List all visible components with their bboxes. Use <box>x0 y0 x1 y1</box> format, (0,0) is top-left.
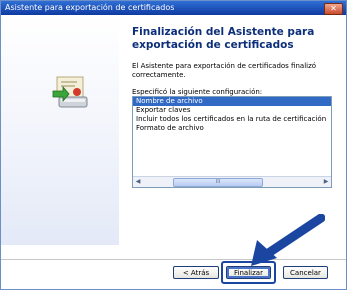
wizard-heading: Finalización del Asistente para exportac… <box>132 26 315 51</box>
close-icon: ✕ <box>330 4 337 13</box>
horizontal-scrollbar[interactable]: ◀ III ▶ <box>133 176 331 187</box>
list-item[interactable]: Nombre de archivo <box>133 97 331 106</box>
arrow-pointer-icon <box>251 214 325 266</box>
close-button[interactable]: ✕ <box>324 3 343 15</box>
scroll-left-icon[interactable]: ◀ <box>133 177 143 187</box>
scroll-right-icon[interactable]: ▶ <box>321 177 331 187</box>
title-bar: Asistente para exportación de certificad… <box>1 1 346 15</box>
back-button[interactable]: < Atrás <box>173 266 219 279</box>
window-title: Asistente para exportación de certificad… <box>5 3 175 12</box>
settings-label: Especificó la siguiente configuración: <box>132 88 263 96</box>
certificate-export-icon <box>52 76 88 108</box>
wizard-window: Asistente para exportación de certificad… <box>0 0 347 290</box>
settings-listbox[interactable]: Nombre de archivo Exportar claves Inclui… <box>132 96 332 188</box>
scrollbar-thumb[interactable]: III <box>173 178 263 187</box>
completion-message: El Asistente para exportación de certifi… <box>132 62 317 79</box>
wizard-side-panel <box>1 15 119 245</box>
list-item[interactable]: Exportar claves <box>133 106 331 115</box>
list-item[interactable]: Incluir todos los certificados en la rut… <box>133 115 331 124</box>
list-item[interactable]: Formato de archivo <box>133 124 331 133</box>
